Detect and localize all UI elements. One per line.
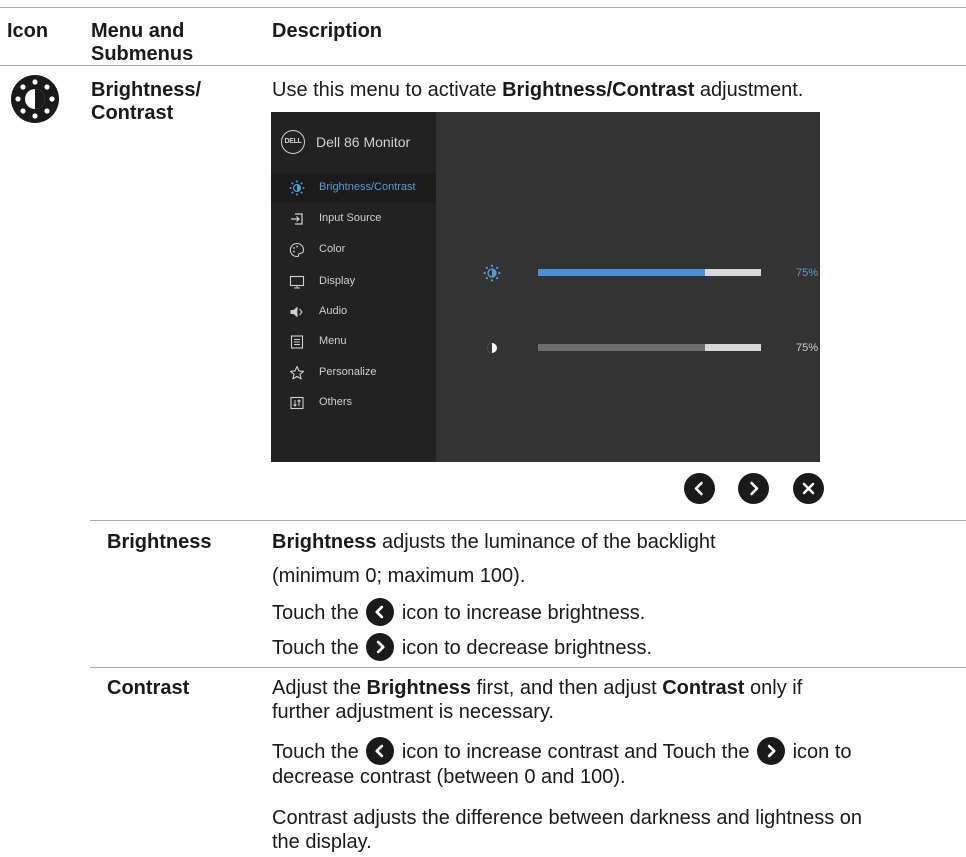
speaker-icon: [290, 306, 303, 318]
brightness-desc-line1: Brightness adjusts the luminance of the …: [272, 531, 716, 553]
osd-item-display[interactable]: Display: [271, 267, 436, 297]
contrast-desc-p3: Contrast adjusts the difference between …: [272, 807, 862, 853]
header-description: Description: [272, 20, 383, 42]
osd-item-input-source[interactable]: Input Source: [271, 204, 436, 234]
contrast-slider[interactable]: [538, 344, 761, 351]
osd-item-brightness-contrast[interactable]: Brightness/Contrast: [271, 173, 436, 203]
osd-screen: DELL Dell 86 Monitor Brightness/Contrast…: [271, 112, 820, 462]
back-chevron-icon: [366, 598, 395, 626]
others-icon: [290, 396, 304, 410]
contrast-slider-fill: [538, 344, 706, 351]
osd-item-label: Color: [319, 243, 346, 255]
osd-item-label: Others: [319, 396, 353, 408]
row-rule-brightness: [90, 520, 966, 521]
brightness-slider-fill: [538, 269, 706, 276]
brightness-desc-line3: Touch the icon to increase brightness.: [272, 598, 645, 626]
menu-list-icon: [290, 335, 304, 349]
osd-item-audio[interactable]: Audio: [271, 297, 436, 327]
header-rule: [0, 65, 966, 66]
color-palette-icon: [289, 242, 305, 257]
dell-logo: DELL: [281, 130, 305, 154]
table-top-rule: [0, 7, 966, 8]
osd-item-personalize[interactable]: Personalize: [271, 358, 436, 388]
back-chevron-icon[interactable]: [684, 473, 715, 504]
submenu-contrast: Contrast: [107, 677, 190, 699]
osd-item-label: Audio: [319, 305, 348, 317]
contrast-value: 75%: [796, 342, 819, 354]
brightness-icon: [289, 180, 305, 196]
osd-item-color[interactable]: Color: [271, 235, 436, 265]
contrast-slider-icon: [487, 343, 497, 353]
osd-item-label: Personalize: [319, 366, 377, 378]
brightness-desc-line4: Touch the icon to decrease brightness.: [272, 633, 652, 661]
osd-title: Dell 86 Monitor: [316, 134, 411, 150]
osd-item-label: Input Source: [319, 212, 382, 224]
osd-sidebar: DELL Dell 86 Monitor Brightness/Contrast…: [271, 112, 436, 462]
back-chevron-icon: [366, 737, 395, 765]
brightness-slider-icon: [483, 264, 501, 282]
forward-chevron-icon[interactable]: [738, 473, 769, 504]
brightness-value: 75%: [796, 267, 819, 279]
input-source-icon: [291, 213, 303, 225]
osd-item-label: Display: [319, 275, 356, 287]
star-icon: [289, 365, 305, 380]
row-rule-contrast: [90, 667, 966, 668]
osd-item-menu[interactable]: Menu: [271, 327, 436, 357]
forward-chevron-icon: [366, 633, 395, 661]
osd-item-label: Brightness/Contrast: [319, 181, 416, 193]
submenu-brightness: Brightness: [107, 531, 212, 553]
menu-brightness-contrast: Brightness/ Contrast: [91, 79, 202, 124]
intro-text: Use this menu to activate Brightness/Con…: [272, 79, 804, 101]
display-icon: [289, 275, 305, 289]
contrast-desc-p1: Adjust the Brightness first, and then ad…: [272, 677, 803, 723]
brightness-desc-line2: (minimum 0; maximum 100).: [272, 565, 526, 587]
header-icon: Icon: [7, 20, 49, 42]
osd-item-others[interactable]: Others: [271, 388, 436, 418]
forward-chevron-icon: [757, 737, 786, 765]
header-menu: Menu and Submenus: [91, 20, 194, 65]
close-icon[interactable]: [793, 473, 824, 504]
brightness-slider[interactable]: [538, 269, 761, 276]
contrast-desc-p2: Touch the icon to increase contrast and …: [272, 737, 852, 789]
brightness-contrast-icon: [10, 74, 60, 124]
osd-item-label: Menu: [319, 335, 347, 347]
